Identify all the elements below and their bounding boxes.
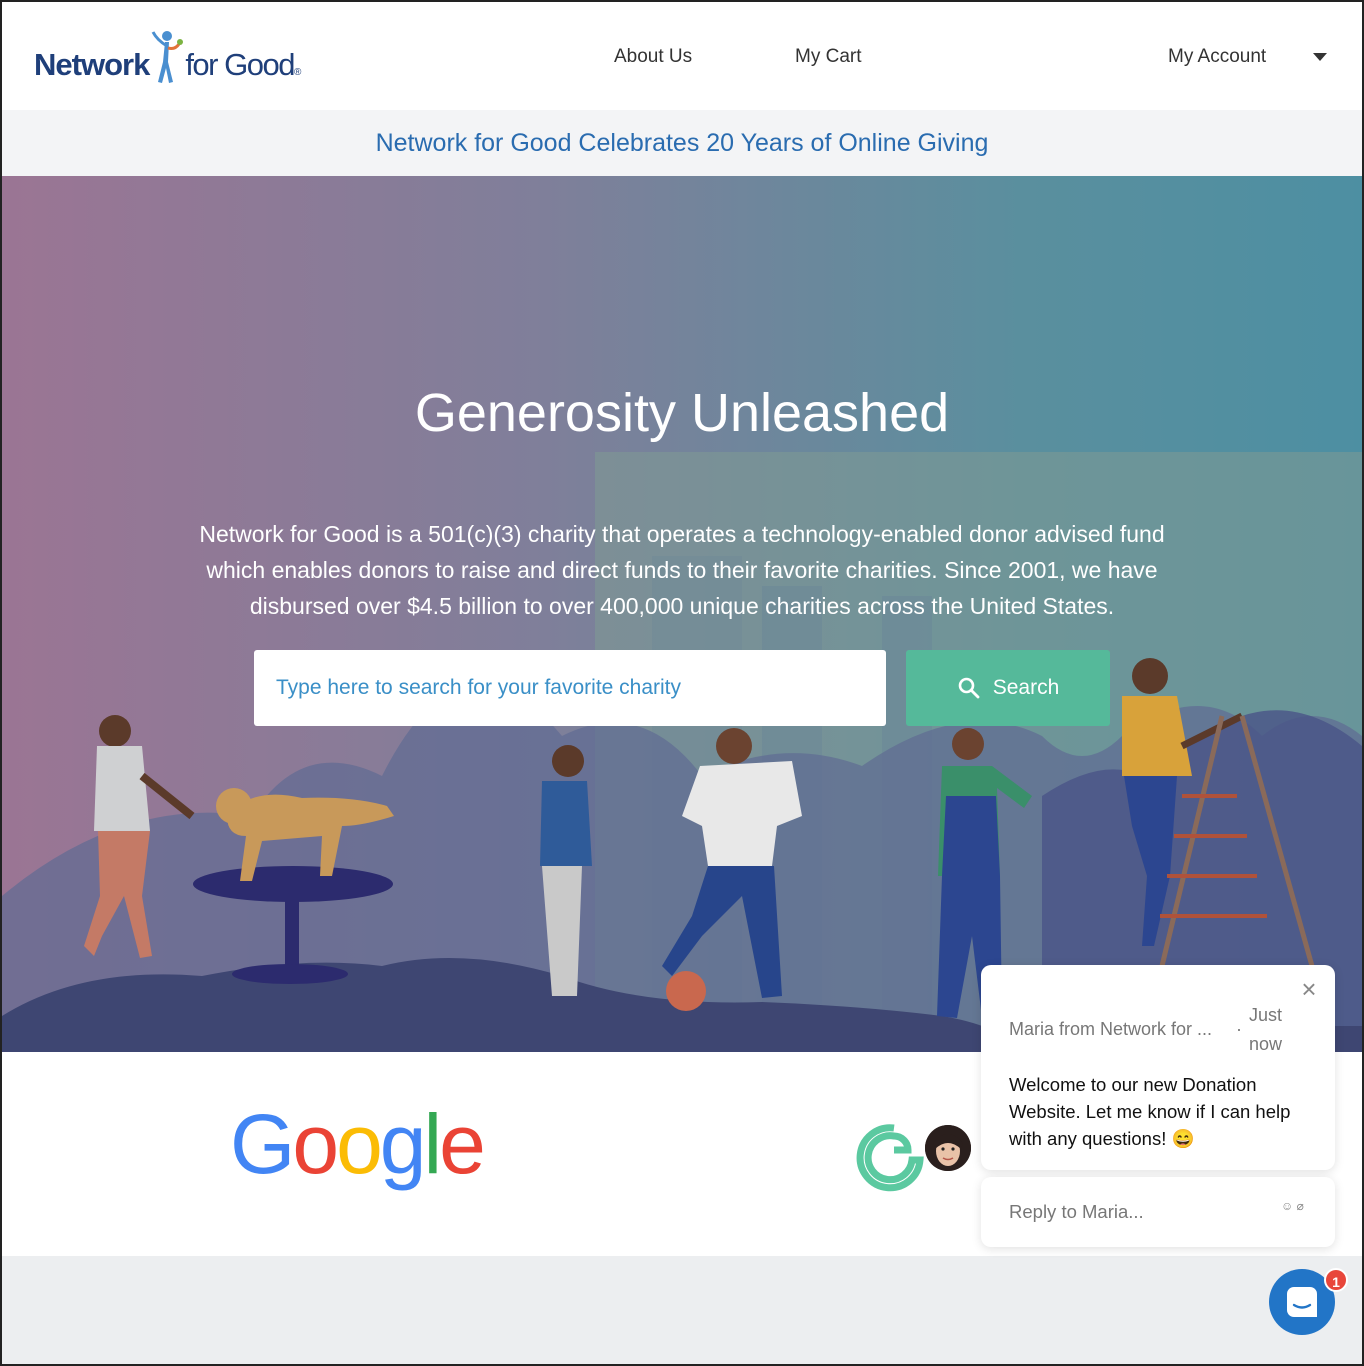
- nav-about-us[interactable]: About Us: [614, 46, 692, 68]
- charity-search-input[interactable]: Type here to search for your favorite ch…: [254, 650, 886, 726]
- logo-text-network: Network: [34, 47, 150, 82]
- reply-placeholder: Reply to Maria...: [1009, 1201, 1144, 1222]
- network-for-good-logo[interactable]: Network for Good ®: [34, 28, 301, 88]
- registered-mark-icon: ®: [293, 67, 302, 78]
- chat-message-text: Welcome to our new Donation Website. Let…: [1009, 1074, 1291, 1149]
- unread-count-badge: 1: [1324, 1268, 1348, 1292]
- site-header: Network for Good ® About Us My Cart My A…: [2, 2, 1362, 110]
- chat-reply-box[interactable]: Reply to Maria... ☺ ⌀: [981, 1177, 1335, 1247]
- emoji-attachment-icons[interactable]: ☺ ⌀: [1281, 1199, 1304, 1213]
- page-bottom-area: [2, 1256, 1362, 1364]
- agent-avatar: [925, 1125, 971, 1171]
- agent-avatar-icon: [925, 1125, 971, 1171]
- hero-title: Generosity Unleashed: [414, 383, 950, 443]
- hero-description: Network for Good is a 501(c)(3) charity …: [199, 521, 1165, 619]
- chat-bubble-icon: [1287, 1287, 1317, 1317]
- search-placeholder-text: Type here to search for your favorite ch…: [276, 676, 682, 699]
- chat-separator: ·: [1236, 1019, 1242, 1039]
- hero-section: Generosity Unleashed Network for Good is…: [2, 176, 1362, 1052]
- chat-sender-name: Maria from Network for ...: [1009, 1019, 1213, 1039]
- account-dropdown-caret-icon[interactable]: [1313, 53, 1327, 61]
- logo-text-for-good: for Good: [185, 47, 295, 82]
- chat-message-card[interactable]: × Maria from Network for ... · Just now …: [981, 965, 1335, 1170]
- close-icon[interactable]: ×: [1299, 976, 1319, 1002]
- search-button-label: Search: [992, 676, 1060, 699]
- nav-my-cart[interactable]: My Cart: [795, 46, 862, 68]
- announcement-banner: Network for Good Celebrates 20 Years of …: [2, 110, 1362, 176]
- announcement-link[interactable]: Network for Good Celebrates 20 Years of …: [376, 129, 989, 158]
- chat-timestamp: Just now: [1249, 1005, 1283, 1054]
- nav-my-account[interactable]: My Account: [1168, 46, 1266, 68]
- google-logo: Google: [230, 1097, 486, 1191]
- search-button[interactable]: Search: [906, 650, 1110, 726]
- search-icon: [958, 677, 980, 699]
- partner-swirl-logo: [856, 1124, 924, 1192]
- logo-figure-icon: [151, 31, 184, 83]
